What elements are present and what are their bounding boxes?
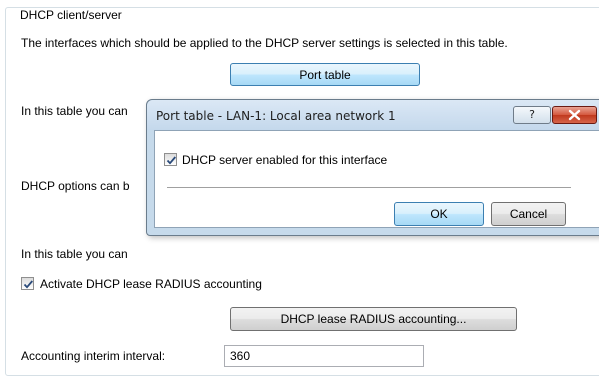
close-x-icon <box>568 109 581 121</box>
dialog-title: Port table - LAN-1: Local area network 1 <box>156 109 396 123</box>
table-description-text-2: In this table you can <box>21 247 128 261</box>
dialog-separator <box>167 187 571 189</box>
groupbox-legend: DHCP client/server <box>18 8 124 22</box>
port-table-dialog: Port table - LAN-1: Local area network 1… <box>146 99 599 236</box>
activate-accounting-checkbox[interactable] <box>21 277 34 290</box>
check-mark-icon <box>23 280 33 289</box>
dhcp-server-enabled-checkbox[interactable] <box>164 153 177 166</box>
cancel-button[interactable]: Cancel <box>491 202 566 226</box>
check-mark-icon <box>166 156 176 165</box>
interim-interval-label: Accounting interim interval: <box>21 349 166 363</box>
dhcp-options-text: DHCP options can b <box>21 179 130 193</box>
intro-text: The interfaces which should be applied t… <box>21 36 508 50</box>
ok-button[interactable]: OK <box>394 202 484 226</box>
help-button[interactable]: ? <box>513 106 551 124</box>
table-description-text: In this table you can <box>21 104 128 118</box>
port-table-button[interactable]: Port table <box>230 63 420 86</box>
port-table-button-label: Port table <box>299 67 351 82</box>
dialog-client-area: DHCP server enabled for this interface O… <box>154 130 599 228</box>
activate-accounting-label: Activate DHCP lease RADIUS accounting <box>40 277 262 291</box>
radius-accounting-button[interactable]: DHCP lease RADIUS accounting... <box>230 307 517 331</box>
dialog-titlebar[interactable]: Port table - LAN-1: Local area network 1… <box>147 100 599 130</box>
cancel-button-label: Cancel <box>509 207 548 221</box>
help-icon: ? <box>529 108 535 121</box>
dhcp-server-enabled-label: DHCP server enabled for this interface <box>182 153 388 167</box>
interim-interval-input[interactable]: 360 <box>224 345 424 367</box>
radius-accounting-button-label: DHCP lease RADIUS accounting... <box>280 312 467 326</box>
ok-button-label: OK <box>430 207 448 221</box>
close-button[interactable] <box>552 106 597 124</box>
